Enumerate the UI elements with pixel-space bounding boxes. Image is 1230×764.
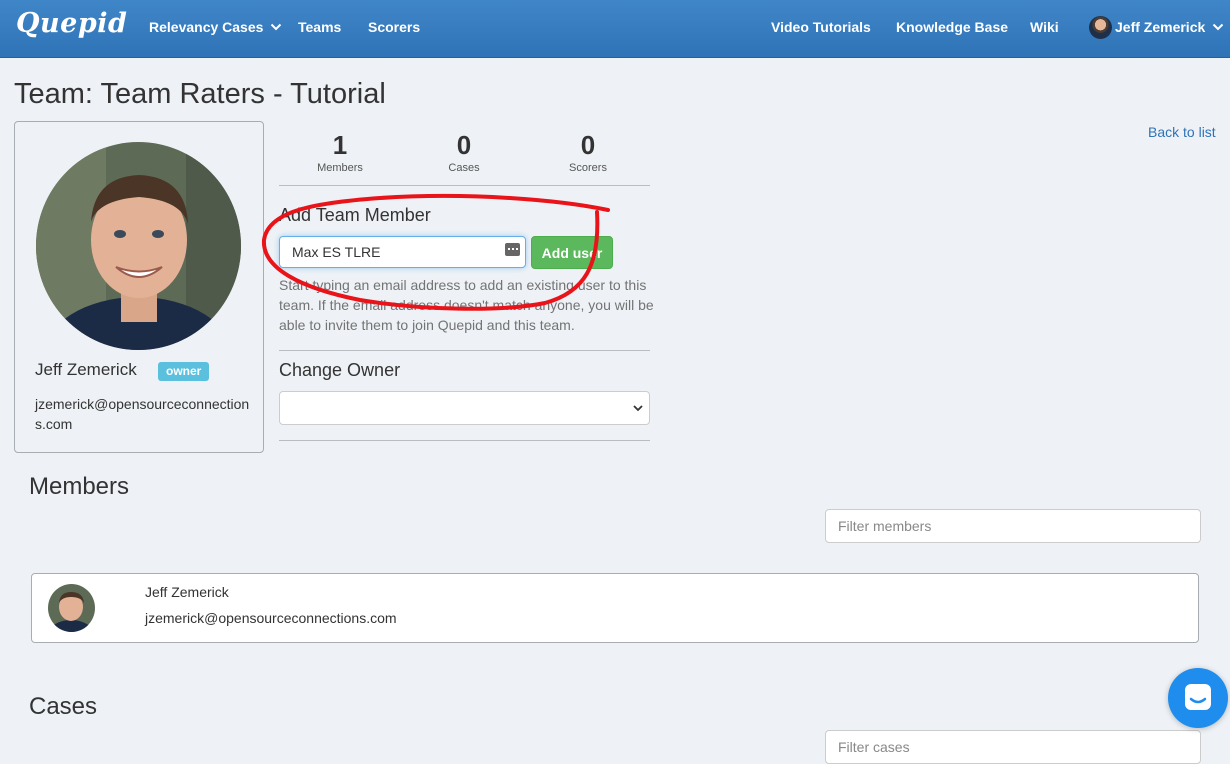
page-title: Team: Team Raters - Tutorial bbox=[14, 78, 386, 110]
divider bbox=[279, 350, 650, 351]
autofill-menu-icon[interactable] bbox=[505, 243, 520, 256]
stat-members: 1 Members bbox=[290, 130, 390, 174]
add-user-button[interactable]: Add user bbox=[531, 236, 613, 269]
stat-cases-label: Cases bbox=[448, 162, 480, 174]
member-name: Jeff Zemerick bbox=[145, 584, 229, 600]
add-team-member-heading: Add Team Member bbox=[279, 205, 431, 225]
stat-members-value: 1 bbox=[332, 130, 348, 160]
owner-email: jzemerick@opensourceconnections.com bbox=[35, 396, 250, 432]
chevron-down-icon bbox=[633, 405, 643, 412]
user-menu-label: Jeff Zemerick bbox=[1115, 19, 1206, 35]
change-owner-select[interactable] bbox=[279, 391, 650, 425]
top-navbar: Quepid Relevancy Cases Teams Scorers Vid… bbox=[0, 0, 1230, 58]
user-avatar[interactable] bbox=[1089, 16, 1112, 39]
user-menu[interactable]: Jeff Zemerick bbox=[1115, 19, 1224, 35]
owner-badge: owner bbox=[158, 362, 210, 381]
nav-scorers[interactable]: Scorers bbox=[368, 19, 420, 35]
stat-scorers-label: Scorers bbox=[569, 162, 607, 174]
back-to-list-link[interactable]: Back to list bbox=[1148, 124, 1216, 140]
change-owner-heading: Change Owner bbox=[279, 360, 401, 380]
owner-name: Jeff Zemerick bbox=[35, 360, 137, 379]
nav-wiki[interactable]: Wiki bbox=[1030, 19, 1059, 35]
stat-cases-value: 0 bbox=[456, 130, 472, 160]
member-avatar bbox=[48, 584, 95, 632]
brand-logo[interactable]: Quepid bbox=[16, 8, 127, 39]
nav-relevancy-cases-label: Relevancy Cases bbox=[149, 19, 264, 35]
cases-heading: Cases bbox=[29, 693, 98, 720]
stat-cases: 0 Cases bbox=[414, 130, 514, 174]
nav-video-tutorials[interactable]: Video Tutorials bbox=[771, 19, 871, 35]
owner-card: Jeff Zemerick owner jzemerick@opensource… bbox=[14, 121, 264, 453]
member-row[interactable]: Jeff Zemerick jzemerick@opensourceconnec… bbox=[31, 573, 1199, 643]
chat-icon bbox=[1185, 684, 1211, 710]
add-member-input[interactable] bbox=[279, 236, 526, 268]
stat-scorers-value: 0 bbox=[580, 130, 596, 160]
nav-knowledge-base[interactable]: Knowledge Base bbox=[896, 19, 1008, 35]
owner-photo bbox=[36, 142, 241, 350]
divider bbox=[279, 185, 650, 186]
divider bbox=[279, 440, 650, 441]
filter-cases-input[interactable] bbox=[825, 730, 1201, 764]
add-member-help-text: Start typing an email address to add an … bbox=[279, 277, 654, 333]
filter-members-input[interactable] bbox=[825, 509, 1201, 543]
chat-launcher-button[interactable] bbox=[1168, 668, 1228, 728]
chevron-down-icon bbox=[1212, 23, 1224, 31]
stat-scorers: 0 Scorers bbox=[538, 130, 638, 174]
nav-relevancy-cases[interactable]: Relevancy Cases bbox=[149, 19, 282, 35]
chevron-down-icon bbox=[271, 23, 282, 31]
member-email: jzemerick@opensourceconnections.com bbox=[145, 610, 397, 626]
nav-teams[interactable]: Teams bbox=[298, 19, 341, 35]
members-heading: Members bbox=[29, 473, 130, 500]
stat-members-label: Members bbox=[317, 162, 363, 174]
